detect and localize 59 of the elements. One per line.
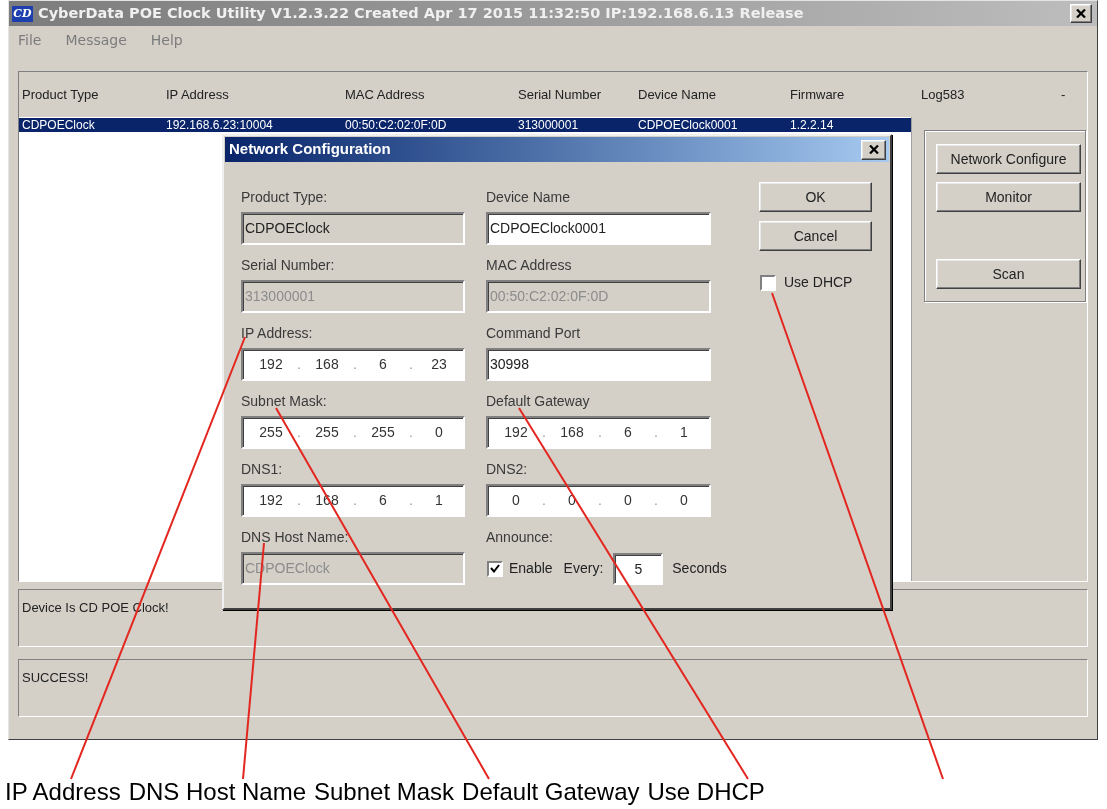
action-button[interactable]: Monitor bbox=[936, 182, 1081, 212]
callout-label: Subnet Mask bbox=[314, 779, 455, 805]
interval-field[interactable]: 5 bbox=[613, 552, 664, 585]
interval-label: Every: bbox=[563, 559, 604, 578]
callout-label: IP Address bbox=[5, 779, 121, 805]
table-cell: 313000001 bbox=[518, 118, 579, 132]
column-header[interactable]: Firmware bbox=[790, 84, 845, 105]
column-header[interactable]: Serial Number bbox=[518, 84, 602, 105]
checkbox[interactable] bbox=[760, 274, 776, 291]
close-button[interactable] bbox=[861, 139, 886, 160]
field-label: Serial Number: bbox=[241, 258, 335, 272]
column-header[interactable]: Device Name bbox=[638, 84, 717, 105]
close-icon bbox=[1076, 9, 1086, 18]
field-label: Subnet Mask: bbox=[241, 394, 327, 408]
field-label: Device Name bbox=[486, 190, 571, 204]
column-header[interactable]: - bbox=[1061, 84, 1066, 105]
table-cell: 192.168.6.23:10004 bbox=[166, 118, 273, 132]
checkbox-label[interactable]: Use DHCP bbox=[784, 272, 853, 293]
unit-label: Seconds bbox=[672, 559, 727, 578]
field-label: IP Address: bbox=[241, 326, 313, 340]
field-label: Default Gateway bbox=[486, 394, 590, 408]
callout-label: Use DHCP bbox=[647, 779, 765, 805]
field-label: Announce: bbox=[486, 530, 553, 544]
ip-address-field[interactable]: 192 . 168 . 6 . 23 bbox=[241, 348, 465, 381]
table-cell: CDPOEClock0001 bbox=[638, 118, 738, 132]
action-button[interactable]: Network Configure bbox=[936, 144, 1081, 174]
ip-address-field[interactable]: 255 . 255 . 255 . 0 bbox=[241, 416, 465, 449]
checkmark-icon bbox=[490, 564, 500, 573]
checkbox[interactable] bbox=[487, 560, 503, 577]
callout-label: DNS Host Name bbox=[128, 779, 306, 805]
field-label: DNS2: bbox=[486, 462, 528, 476]
checkbox-label[interactable]: Enable bbox=[509, 558, 553, 579]
ip-address-field[interactable]: 192 . 168 . 6 . 1 bbox=[486, 416, 711, 449]
dialog-button[interactable]: Cancel bbox=[759, 221, 872, 251]
close-button[interactable] bbox=[1070, 4, 1092, 23]
dialog-title: Network Configuration bbox=[229, 139, 391, 160]
field-label: Command Port bbox=[486, 326, 581, 340]
table-cell: CDPOEClock bbox=[22, 118, 95, 132]
text-field[interactable]: 30998 bbox=[486, 348, 711, 381]
dialog-button[interactable]: OK bbox=[759, 182, 872, 212]
field-label: Product Type: bbox=[241, 190, 328, 204]
action-button[interactable]: Scan bbox=[936, 259, 1081, 289]
field-label: DNS1: bbox=[241, 462, 283, 476]
text-field[interactable]: CDPOEClock0001 bbox=[486, 212, 711, 245]
column-header[interactable]: Product Type bbox=[22, 84, 99, 105]
table-cell: 00:50:C2:02:0F:0D bbox=[345, 118, 447, 132]
table-cell: 1.2.2.14 bbox=[790, 118, 834, 132]
window-title: CyberData POE Clock Utility V1.2.3.22 Created Apr 17 2015 11:32:50 IP:192.168.6.13 Release bbox=[38, 3, 804, 23]
text-field[interactable]: CDPOEClock bbox=[241, 212, 465, 245]
field-label: DNS Host Name: bbox=[241, 530, 349, 544]
app-logo: CD bbox=[12, 5, 33, 22]
column-header[interactable]: IP Address bbox=[166, 84, 229, 105]
column-header[interactable]: Log583 bbox=[921, 84, 965, 105]
status-text: SUCCESS! bbox=[22, 670, 89, 685]
close-icon bbox=[868, 145, 879, 154]
table-row[interactable]: CDPOEClock 192.168.6.23:10004 00:50:C2:02:0F:0D 313000001 CDPOEClock0001 1.2.2.14 bbox=[19, 118, 911, 132]
callout-label: Default Gateway bbox=[462, 779, 640, 805]
field-label: MAC Address bbox=[486, 258, 572, 272]
column-header[interactable]: MAC Address bbox=[345, 84, 425, 105]
